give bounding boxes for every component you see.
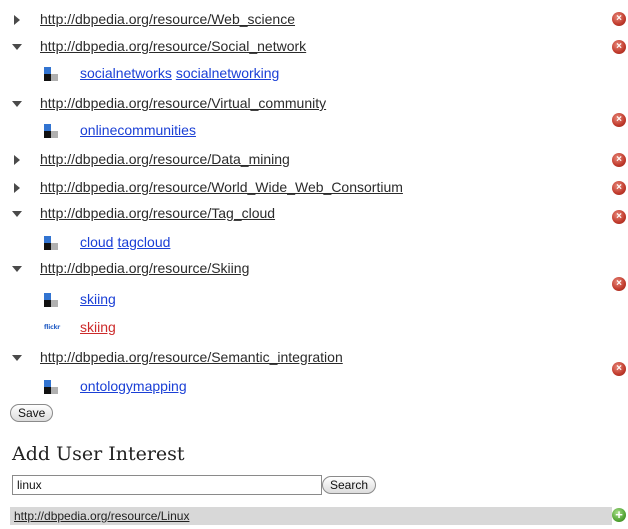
interest-row: http://dbpedia.org/resource/Skiing xyxy=(0,259,628,279)
interest-uri-link[interactable]: http://dbpedia.org/resource/Data_mining xyxy=(40,151,290,167)
tag-link[interactable]: skiing xyxy=(80,319,116,335)
interest-uri-link[interactable]: http://dbpedia.org/resource/Skiing xyxy=(40,260,249,276)
tag-link[interactable]: socialnetworks xyxy=(80,65,172,81)
remove-icon[interactable]: × xyxy=(612,40,626,54)
tag-link[interactable]: skiing xyxy=(80,291,116,307)
tag-source-row: cloud tagcloud xyxy=(0,233,628,253)
interest-row: http://dbpedia.org/resource/Web_science xyxy=(0,10,628,30)
tag-source-row: skiing xyxy=(0,290,628,310)
add-interest-heading: Add User Interest xyxy=(12,443,185,465)
search-result-link[interactable]: http://dbpedia.org/resource/Linux xyxy=(14,509,189,523)
interest-row: http://dbpedia.org/resource/Data_mining xyxy=(0,150,628,170)
search-button[interactable]: Search xyxy=(322,476,377,494)
tag-list: socialnetworks socialnetworking xyxy=(80,65,283,81)
remove-icon[interactable]: × xyxy=(612,153,626,167)
interest-uri-link[interactable]: http://dbpedia.org/resource/Social_netwo… xyxy=(40,38,306,54)
tag-link[interactable]: onlinecommunities xyxy=(80,122,196,138)
flickr-icon: flickr xyxy=(44,324,61,331)
delicious-icon xyxy=(44,67,58,81)
remove-icon[interactable]: × xyxy=(612,181,626,195)
tag-source-row: flickr skiing xyxy=(0,318,628,338)
interest-row: http://dbpedia.org/resource/Virtual_comm… xyxy=(0,94,628,114)
interest-uri-link[interactable]: http://dbpedia.org/resource/Web_science xyxy=(40,11,295,27)
search-result-row[interactable]: http://dbpedia.org/resource/Linux xyxy=(10,507,612,525)
save-button[interactable]: Save xyxy=(10,404,54,422)
search-input[interactable]: linux xyxy=(12,475,322,495)
tag-link[interactable]: ontologymapping xyxy=(80,378,187,394)
triangle-down-icon[interactable] xyxy=(12,355,22,361)
remove-icon[interactable]: × xyxy=(612,277,626,291)
triangle-right-icon[interactable] xyxy=(14,15,20,25)
remove-icon[interactable]: × xyxy=(612,12,626,26)
tag-list: cloud tagcloud xyxy=(80,234,174,250)
interest-uri-link[interactable]: http://dbpedia.org/resource/Virtual_comm… xyxy=(40,95,326,111)
tag-list: onlinecommunities xyxy=(80,122,200,138)
add-icon[interactable]: + xyxy=(612,508,626,522)
tag-source-row: socialnetworks socialnetworking xyxy=(0,64,628,84)
interest-uri-link[interactable]: http://dbpedia.org/resource/Tag_cloud xyxy=(40,205,275,221)
interest-uri-link[interactable]: http://dbpedia.org/resource/Semantic_int… xyxy=(40,349,343,365)
triangle-right-icon[interactable] xyxy=(14,183,20,193)
tag-list: skiing xyxy=(80,291,120,307)
tag-source-row: onlinecommunities xyxy=(0,121,628,141)
triangle-down-icon[interactable] xyxy=(12,101,22,107)
delicious-icon xyxy=(44,380,58,394)
triangle-down-icon[interactable] xyxy=(12,44,22,50)
tag-link[interactable]: cloud xyxy=(80,234,113,250)
tag-list: ontologymapping xyxy=(80,378,191,394)
interest-uri-link[interactable]: http://dbpedia.org/resource/World_Wide_W… xyxy=(40,179,403,195)
tag-list: skiing xyxy=(80,319,120,335)
triangle-down-icon[interactable] xyxy=(12,211,22,217)
interest-row: http://dbpedia.org/resource/World_Wide_W… xyxy=(0,178,628,198)
remove-icon[interactable]: × xyxy=(612,210,626,224)
tag-link[interactable]: socialnetworking xyxy=(176,65,280,81)
tag-source-row: ontologymapping xyxy=(0,377,628,397)
interest-row: http://dbpedia.org/resource/Semantic_int… xyxy=(0,348,628,368)
interest-row: http://dbpedia.org/resource/Social_netwo… xyxy=(0,37,628,57)
delicious-icon xyxy=(44,236,58,250)
remove-icon[interactable]: × xyxy=(612,362,626,376)
triangle-down-icon[interactable] xyxy=(12,266,22,272)
tag-link[interactable]: tagcloud xyxy=(117,234,170,250)
interest-row: http://dbpedia.org/resource/Tag_cloud xyxy=(0,204,628,224)
triangle-right-icon[interactable] xyxy=(14,155,20,165)
delicious-icon xyxy=(44,293,58,307)
delicious-icon xyxy=(44,124,58,138)
